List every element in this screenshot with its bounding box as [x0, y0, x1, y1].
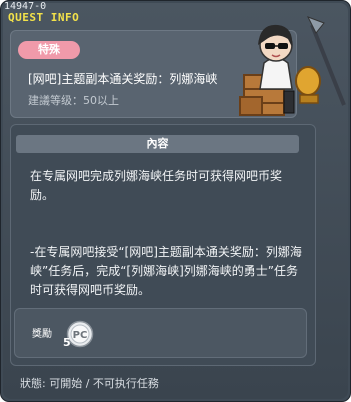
quest-type-badge: 特殊	[18, 41, 80, 59]
recommended-level: 建議等级：50以上	[28, 94, 119, 107]
quest-description: 在专属网吧完成列娜海峡任务时可获得网吧币奖励。	[30, 169, 283, 202]
quest-status: 狀態: 可開始 / 不可执行任務	[20, 377, 159, 390]
npc-portrait	[239, 16, 346, 116]
quest-instructions: -在专属网吧接受“[网吧]主题副本通关奖励：列娜海峡”任务后，完成“[列娜海峡]…	[30, 245, 302, 297]
content-header: 內容	[16, 135, 299, 153]
reward-panel	[14, 308, 307, 358]
window-title: QUEST INFO	[8, 11, 80, 24]
reward-quantity: 5	[63, 336, 71, 349]
pc-coin-text: PC	[73, 330, 88, 341]
reward-label: 獎勵	[32, 329, 52, 340]
quest-name: [网吧]主题副本通关奖励：列娜海峡	[28, 72, 218, 86]
